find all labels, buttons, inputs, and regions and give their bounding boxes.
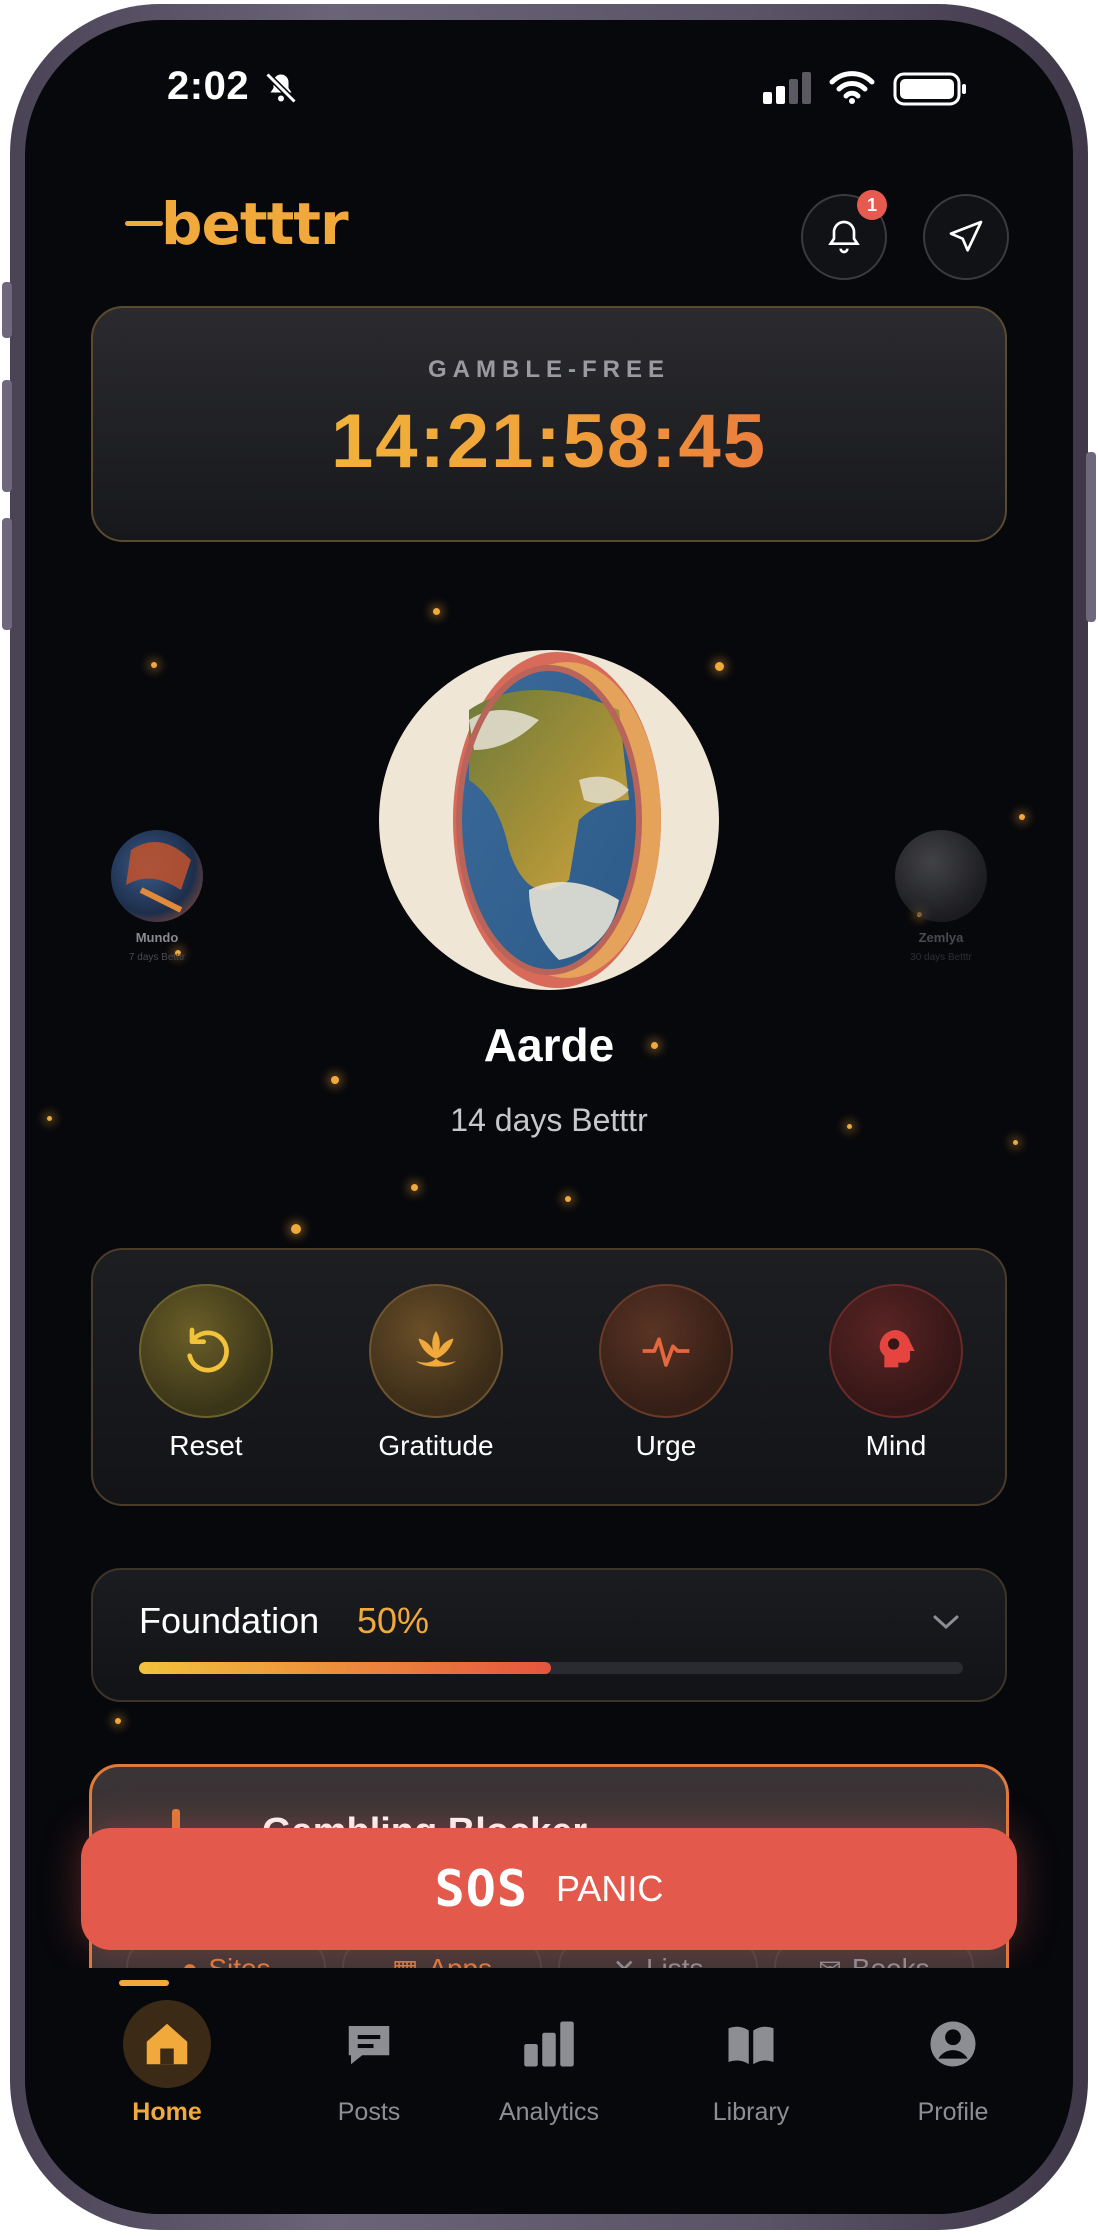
user-icon (930, 2021, 976, 2067)
bell-icon (828, 220, 860, 254)
gratitude-action[interactable]: Gratitude (351, 1284, 521, 1462)
planet-mundo[interactable] (111, 830, 203, 922)
app-logo: betttr (125, 190, 349, 258)
glow-particle (433, 608, 440, 615)
action-label: Mind (865, 1430, 927, 1461)
status-time: 2:02 (167, 64, 250, 108)
share-button[interactable] (923, 194, 1009, 280)
action-label: Urge (635, 1430, 697, 1461)
glow-particle (565, 1196, 571, 1202)
glow-particle (331, 1076, 339, 1084)
planet-mundo-name: Mundo (135, 930, 179, 945)
planet-name: Aarde (483, 1019, 615, 1071)
nav-label: Library (712, 2098, 790, 2126)
sos-panic-button[interactable]: SOS PANIC (81, 1828, 1017, 1950)
notifications-button[interactable]: 1 (801, 190, 887, 280)
nav-label: Analytics (498, 2098, 600, 2126)
nav-home[interactable]: Home (77, 2000, 257, 2127)
status-bar: 2:02 (25, 20, 1073, 160)
nav-library[interactable]: Library (661, 2000, 841, 2127)
glow-particle (151, 662, 157, 668)
timer-value: 14:21:58:45 (93, 398, 1005, 485)
book-icon (728, 2026, 774, 2065)
planet-zemlya[interactable] (895, 830, 987, 922)
nav-label: Home (132, 2098, 202, 2126)
glow-particle (291, 1224, 301, 1234)
wifi-icon (829, 70, 875, 109)
chevron-down-icon[interactable] (931, 1612, 961, 1637)
send-icon (949, 220, 983, 252)
sos-label: SOS (434, 1860, 528, 1918)
foundation-percent: 50% (357, 1600, 430, 1641)
planet-zemlya-days: 30 days Betttr (910, 952, 972, 963)
foundation-progress-bar (139, 1662, 963, 1674)
mind-action[interactable]: Mind (811, 1284, 981, 1462)
planet-zemlya-name: Zemlya (918, 930, 964, 945)
nav-analytics[interactable]: Analytics (459, 2000, 639, 2127)
active-tab-indicator (119, 1980, 169, 1986)
foundation-progress-fill (139, 1662, 551, 1674)
volume-up-button (2, 380, 12, 492)
nav-label: Profile (917, 2098, 989, 2126)
lotus-icon (416, 1331, 456, 1367)
bottom-navigation: Home Posts Analytics Library Profile (25, 1968, 1073, 2214)
foundation-progress-card[interactable]: Foundation 50% (91, 1568, 1007, 1702)
glow-particle (115, 1718, 121, 1724)
planet-days: 14 days Betttr (450, 1102, 648, 1138)
planet-aarde[interactable] (379, 650, 719, 990)
silent-bell-icon (263, 70, 299, 111)
bar-chart-icon (524, 2021, 574, 2067)
volume-down-button (2, 518, 12, 630)
panic-label: PANIC (555, 1868, 664, 1909)
timer-label: GAMBLE-FREE (428, 356, 670, 383)
battery-icon (893, 72, 967, 111)
planet-mundo-days: 7 days Betttr (128, 952, 186, 963)
app-screen: 2:02 betttr 1 GAMBLE-FREE 14:21:58:45 Mu… (25, 20, 1073, 2214)
action-label: Reset (169, 1430, 243, 1461)
glow-particle (1019, 814, 1025, 820)
cellular-signal-icon (763, 72, 815, 109)
quick-actions-card: Reset Gratitude Urge Mind (91, 1248, 1007, 1506)
gamble-free-timer-card: GAMBLE-FREE 14:21:58:45 (91, 306, 1007, 542)
nav-posts[interactable]: Posts (279, 2000, 459, 2127)
urge-action[interactable]: Urge (581, 1284, 751, 1462)
glow-particle (1013, 1140, 1018, 1145)
nav-label: Posts (337, 2098, 401, 2126)
pulse-icon (642, 1337, 690, 1367)
silent-switch (2, 282, 12, 338)
reset-action[interactable]: Reset (121, 1284, 291, 1462)
glow-particle (411, 1184, 418, 1191)
action-label: Gratitude (378, 1430, 494, 1461)
chat-icon (348, 2026, 390, 2065)
foundation-title: Foundation (139, 1600, 320, 1641)
home-icon (146, 2023, 188, 2065)
nav-profile[interactable]: Profile (863, 2000, 1043, 2127)
glow-particle (715, 662, 724, 671)
power-button (1086, 452, 1096, 622)
notification-badge: 1 (857, 190, 887, 220)
reset-icon (187, 1327, 229, 1373)
brain-icon (879, 1330, 915, 1368)
